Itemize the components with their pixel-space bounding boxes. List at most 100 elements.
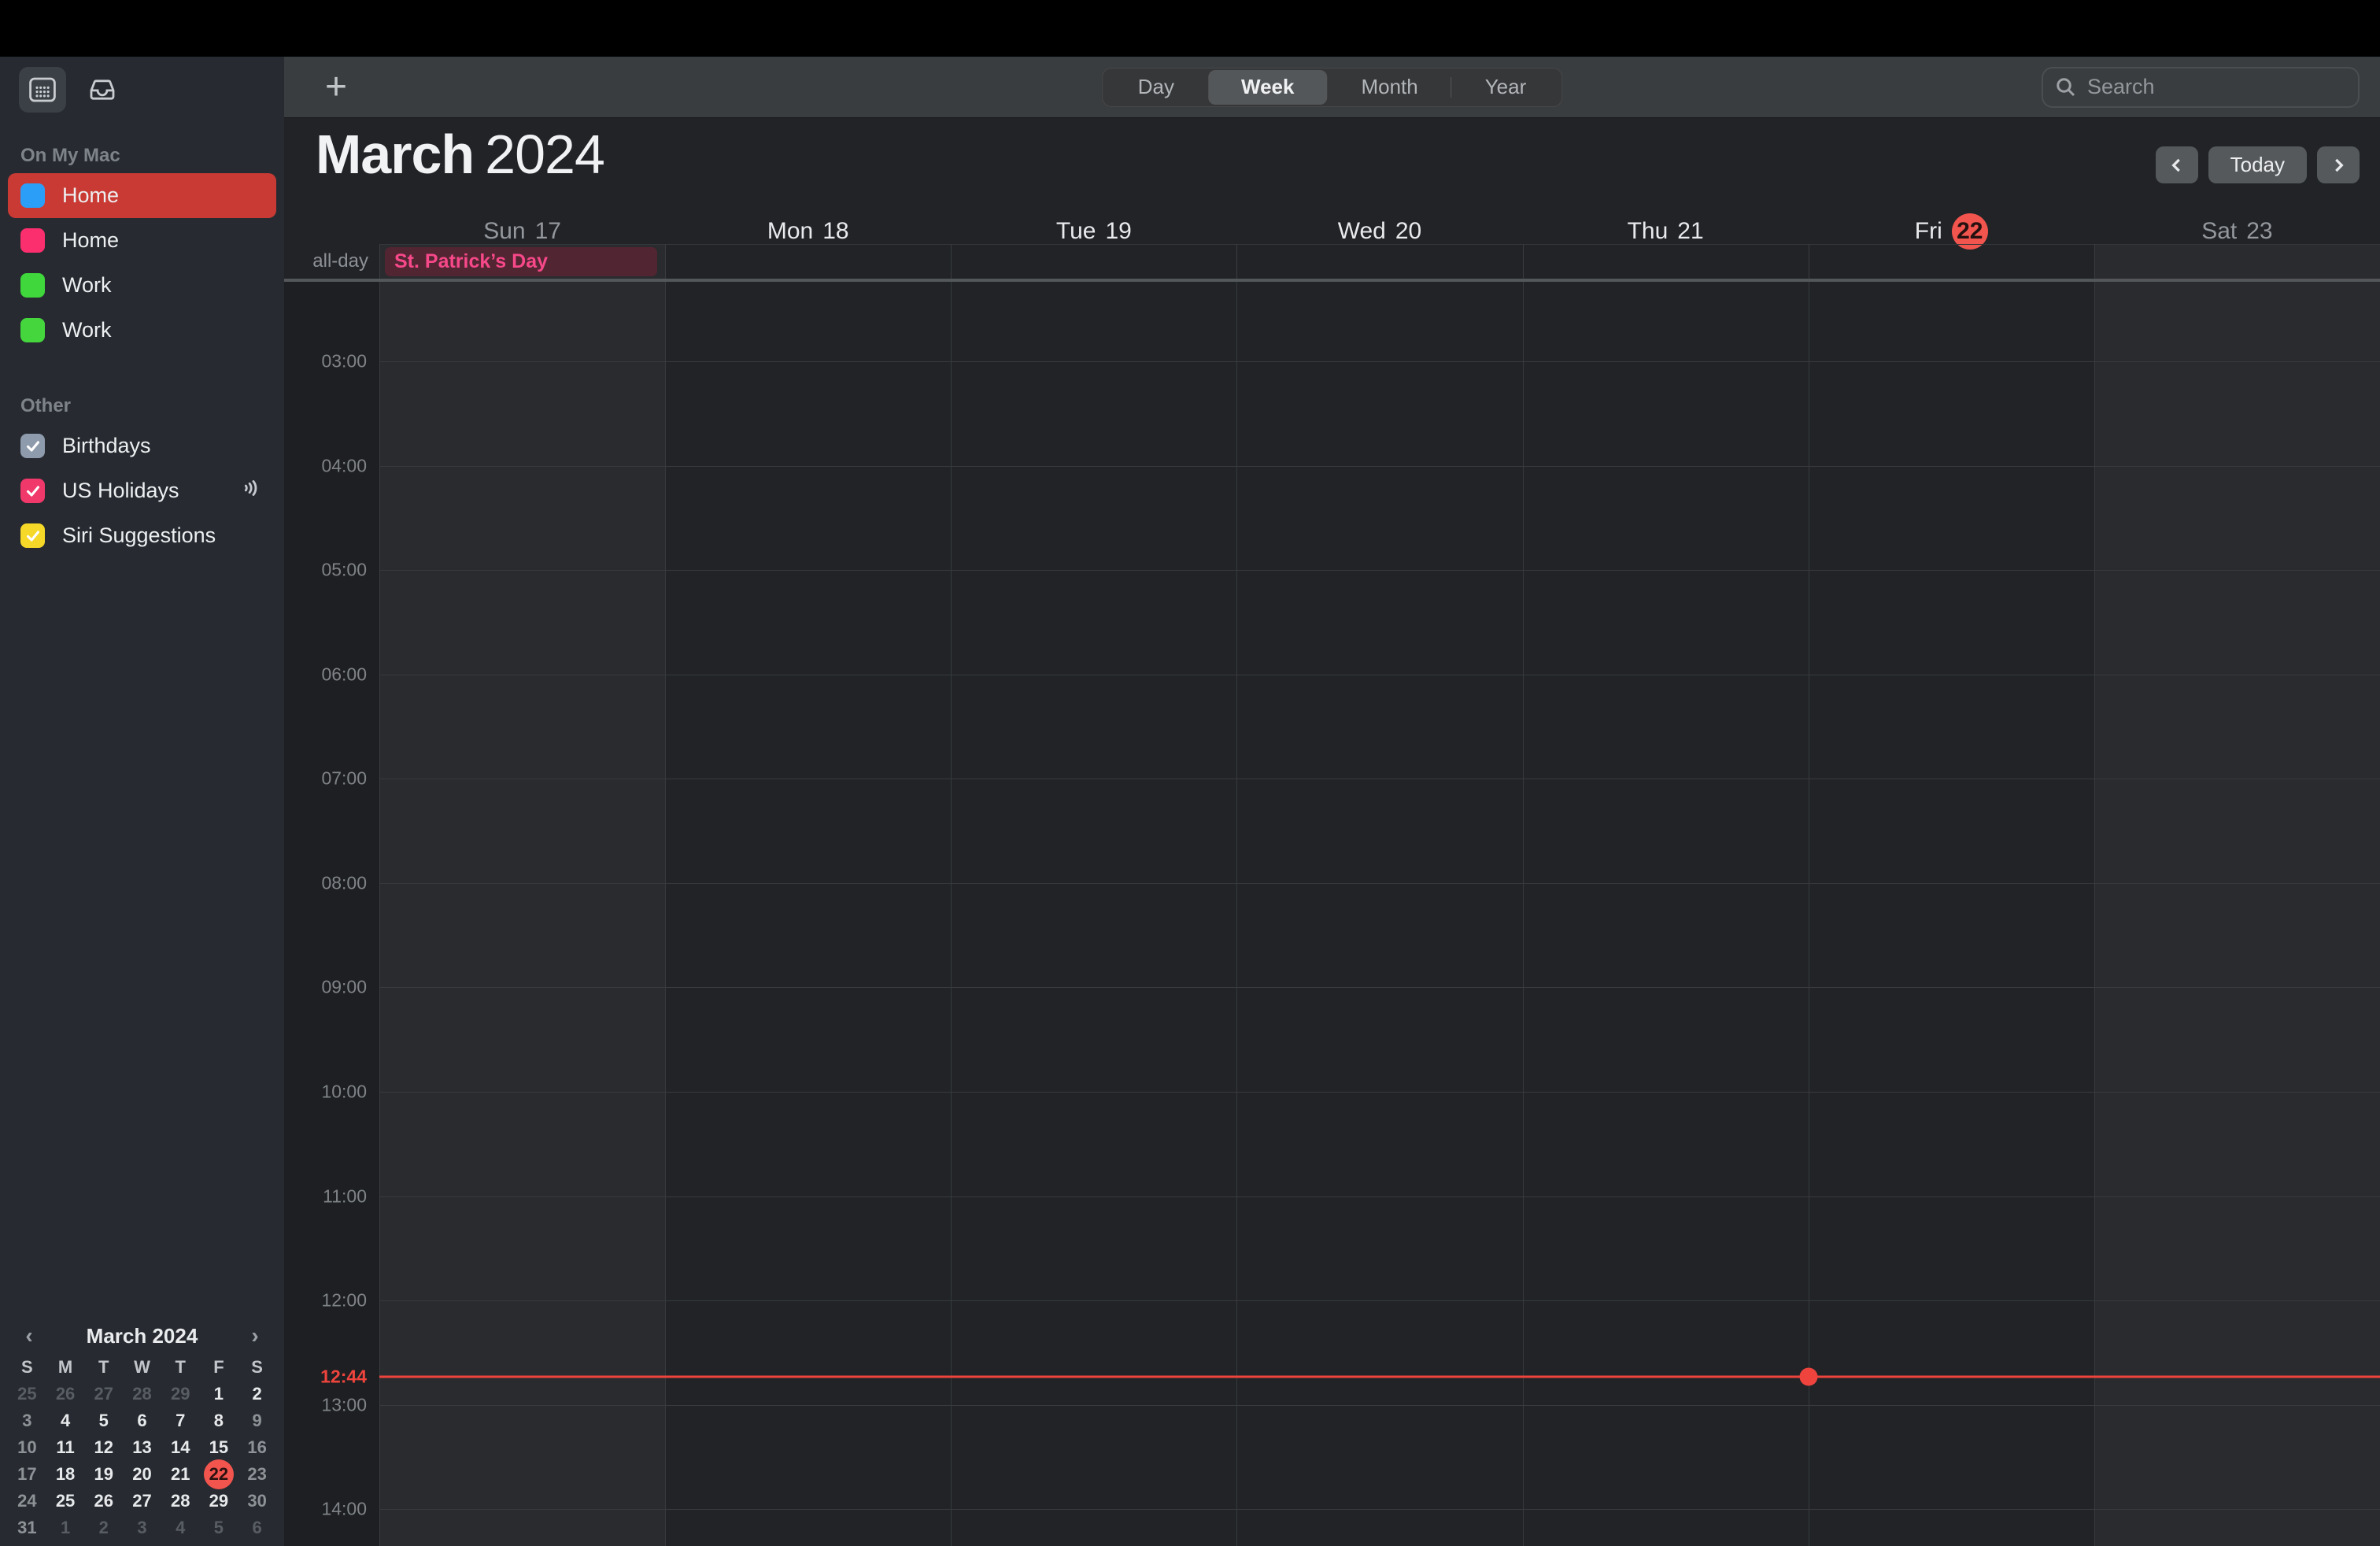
sidebar-item-label: Work [62, 273, 112, 297]
all-day-cell[interactable] [2094, 244, 2380, 279]
mini-cal-day[interactable]: 9 [238, 1407, 276, 1434]
mini-cal-day[interactable]: 12 [84, 1434, 123, 1461]
mini-cal-day[interactable]: 6 [238, 1515, 276, 1541]
mini-cal-day[interactable]: 5 [84, 1407, 123, 1434]
mini-cal-day[interactable]: 6 [123, 1407, 161, 1434]
all-day-cell[interactable] [1236, 244, 1523, 279]
inbox-button[interactable] [79, 67, 126, 113]
today-button[interactable]: Today [2208, 146, 2307, 183]
mini-cal-day[interactable]: 15 [200, 1434, 238, 1461]
day-header-number: 17 [534, 218, 561, 244]
hour-label: 10:00 [321, 1081, 367, 1102]
sidebar-section: Other Birthdays US Holidays Siri Suggestion… [0, 384, 284, 558]
day-header-number: 21 [1677, 218, 1704, 244]
mini-cal-dow-label: M [57, 1357, 73, 1377]
mini-cal-day[interactable]: 29 [161, 1381, 200, 1407]
mini-cal-next-button[interactable]: › [242, 1323, 268, 1348]
sidebar-item-home[interactable]: Home [8, 218, 276, 263]
hour-label: 09:00 [321, 976, 367, 997]
mini-cal-day[interactable]: 11 [46, 1434, 85, 1461]
mini-cal-day[interactable]: 5 [200, 1515, 238, 1541]
sidebar-item-us-holidays[interactable]: US Holidays [8, 468, 276, 513]
mini-cal-day[interactable]: 8 [200, 1407, 238, 1434]
day-column-tue[interactable] [951, 282, 1236, 1546]
mini-cal-day[interactable]: 1 [46, 1515, 85, 1541]
mini-cal-day[interactable]: 26 [46, 1381, 85, 1407]
all-day-cell[interactable] [665, 244, 952, 279]
sidebar-item-home[interactable]: Home [8, 173, 276, 218]
all-day-cell[interactable] [1808, 244, 2094, 279]
mini-cal-day[interactable]: 20 [123, 1461, 161, 1488]
calendar-header: March 2024 Today Sun 17 Mon 18 Tue 19 Wed 20 Thu 2… [284, 118, 2380, 282]
calendar-checkbox[interactable] [20, 434, 45, 458]
calendar-color-swatch[interactable] [20, 228, 45, 253]
calendar-color-swatch[interactable] [20, 318, 45, 342]
calendar-color-swatch[interactable] [20, 183, 45, 208]
mini-cal-day[interactable]: 22 [200, 1459, 238, 1489]
main-area: + DayWeekMonthYear March2024 Today [284, 57, 2380, 1546]
mini-cal-day[interactable]: 25 [8, 1381, 46, 1407]
mini-cal-day[interactable]: 31 [8, 1515, 46, 1541]
add-event-button[interactable]: + [325, 68, 347, 106]
mini-cal-day[interactable]: 3 [8, 1407, 46, 1434]
calendar-view-button[interactable] [19, 67, 66, 113]
mini-cal-dow-label: S [21, 1357, 33, 1377]
day-column-mon[interactable] [665, 282, 951, 1546]
day-column-sat[interactable] [2094, 282, 2380, 1546]
hour-label: 13:00 [321, 1394, 367, 1415]
mini-cal-day[interactable]: 4 [161, 1515, 200, 1541]
mini-cal-dow-label: F [213, 1357, 224, 1377]
mini-cal-day[interactable]: 17 [8, 1461, 46, 1488]
mini-cal-day[interactable]: 13 [123, 1434, 161, 1461]
calendar-color-swatch[interactable] [20, 273, 45, 298]
prev-week-button[interactable] [2155, 146, 2198, 183]
sidebar-item-label: Home [62, 183, 120, 207]
all-day-cell[interactable] [1522, 244, 1809, 279]
mini-cal-day[interactable]: 25 [46, 1488, 85, 1515]
day-column-fri[interactable] [1808, 282, 2094, 1546]
mini-cal-day[interactable]: 27 [123, 1488, 161, 1515]
grid-hour-line [379, 882, 2380, 884]
mini-cal-day[interactable]: 7 [161, 1407, 200, 1434]
day-column-sun[interactable] [379, 282, 666, 1546]
next-week-button[interactable] [2317, 146, 2360, 183]
grid-hour-line [379, 361, 2380, 362]
day-column-thu[interactable] [1522, 282, 1809, 1546]
mini-cal-day[interactable]: 30 [238, 1488, 276, 1515]
mini-cal-day[interactable]: 23 [238, 1461, 276, 1488]
mini-cal-day[interactable]: 1 [200, 1381, 238, 1407]
mini-cal-day[interactable]: 28 [123, 1381, 161, 1407]
sidebar-item-birthdays[interactable]: Birthdays [8, 423, 276, 468]
calendar-checkbox[interactable] [20, 523, 45, 548]
mini-cal-day[interactable]: 24 [8, 1488, 46, 1515]
mini-cal-day[interactable]: 19 [84, 1461, 123, 1488]
mini-cal-day[interactable]: 10 [8, 1434, 46, 1461]
all-day-cell[interactable]: St. Patrick’s Day [379, 244, 666, 279]
calendar-checkbox[interactable] [20, 479, 45, 503]
mini-cal-day[interactable]: 21 [161, 1461, 200, 1488]
view-tab-week[interactable]: Week [1207, 69, 1328, 105]
mini-cal-day[interactable]: 29 [200, 1488, 238, 1515]
mini-cal-day[interactable]: 3 [123, 1515, 161, 1541]
mini-cal-day[interactable]: 2 [238, 1381, 276, 1407]
sidebar-item-siri-suggestions[interactable]: Siri Suggestions [8, 513, 276, 558]
mini-cal-day[interactable]: 2 [84, 1515, 123, 1541]
view-tab-month[interactable]: Month [1328, 70, 1451, 105]
mini-cal-day[interactable]: 4 [46, 1407, 85, 1434]
mini-cal-day[interactable]: 26 [84, 1488, 123, 1515]
mini-cal-prev-button[interactable]: ‹ [16, 1323, 42, 1348]
day-column-wed[interactable] [1236, 282, 1522, 1546]
view-tab-day[interactable]: Day [1105, 70, 1207, 105]
all-day-cell[interactable] [951, 244, 1237, 279]
all-day-event[interactable]: St. Patrick’s Day [385, 247, 658, 276]
search-field[interactable] [2042, 66, 2360, 108]
view-tab-year[interactable]: Year [1452, 70, 1560, 105]
sidebar-item-work[interactable]: Work [8, 263, 276, 308]
sidebar-item-work[interactable]: Work [8, 308, 276, 353]
search-input[interactable] [2087, 75, 2347, 99]
mini-cal-day[interactable]: 14 [161, 1434, 200, 1461]
mini-cal-day[interactable]: 18 [46, 1461, 85, 1488]
mini-cal-day[interactable]: 28 [161, 1488, 200, 1515]
mini-cal-day[interactable]: 27 [84, 1381, 123, 1407]
mini-cal-day[interactable]: 16 [238, 1434, 276, 1461]
